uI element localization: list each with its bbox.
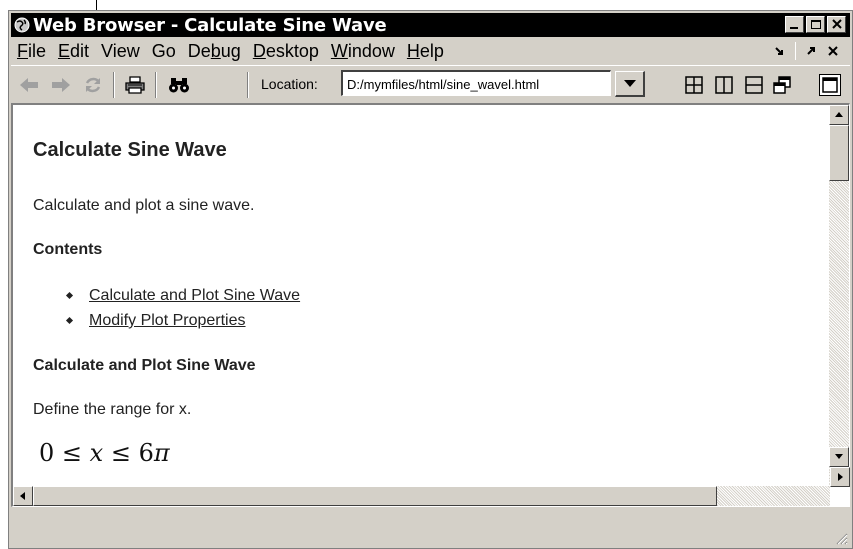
float-icon: [773, 76, 791, 94]
scroll-up-button[interactable]: [829, 105, 849, 125]
maximize-panel-button[interactable]: [819, 74, 841, 96]
contents-link[interactable]: Calculate and Plot Sine Wave: [89, 287, 300, 304]
horizontal-scroll-thumb[interactable]: [33, 486, 717, 506]
menu-separator: [795, 42, 796, 60]
menu-file[interactable]: File: [11, 41, 52, 62]
toolbar-separator: [247, 72, 249, 98]
bullet-icon: [65, 316, 74, 325]
scroll-right-button[interactable]: [830, 467, 850, 487]
dock-arrow-icon: [775, 47, 783, 55]
undock-arrow-icon: [807, 47, 815, 55]
menu-bar: File Edit View Go Debug Desktop Window H…: [11, 39, 850, 63]
bullet-icon: [65, 291, 74, 300]
window-title: Web Browser - Calculate Sine Wave: [33, 14, 387, 36]
forward-arrow-icon: [52, 78, 70, 92]
refresh-button[interactable]: [81, 75, 105, 95]
menu-help[interactable]: Help: [401, 41, 450, 62]
contents-list: Calculate and Plot Sine Wave Modify Plot…: [65, 285, 300, 335]
menu-window[interactable]: Window: [325, 41, 401, 62]
back-button[interactable]: [17, 75, 41, 95]
toolbar: Location: D:/mymfiles/html/sine_wavel.ht…: [11, 65, 850, 101]
forward-button[interactable]: [49, 75, 73, 95]
refresh-icon: [85, 77, 101, 93]
binoculars-icon: [169, 78, 189, 93]
menu-close-button[interactable]: [822, 41, 844, 61]
close-icon: [832, 19, 842, 29]
scroll-down-button[interactable]: [829, 447, 849, 467]
menu-edit[interactable]: Edit: [52, 41, 95, 62]
horizontal-scrollbar[interactable]: [13, 486, 830, 506]
window-controls: [783, 16, 846, 33]
printer-icon: [125, 76, 145, 94]
back-arrow-icon: [20, 78, 38, 92]
menu-view[interactable]: View: [95, 41, 146, 62]
location-label: Location:: [261, 76, 318, 92]
browser-window: Web Browser - Calculate Sine Wave File E…: [8, 10, 853, 549]
menu-desktop[interactable]: Desktop: [247, 41, 325, 62]
globe-icon: [13, 16, 31, 34]
location-dropdown-button[interactable]: [615, 71, 645, 97]
tile-columns-icon: [715, 76, 733, 94]
float-button[interactable]: [771, 74, 793, 96]
maximize-panel-icon: [822, 77, 838, 93]
tile-rows-button[interactable]: [743, 74, 765, 96]
toolbar-separator: [113, 72, 115, 98]
minimize-icon: [790, 27, 798, 29]
content-frame: Calculate Sine Wave Calculate and plot a…: [11, 103, 850, 507]
close-icon: [828, 46, 838, 56]
chevron-up-icon: [835, 112, 843, 117]
list-item: Calculate and Plot Sine Wave: [65, 285, 300, 310]
list-item: Modify Plot Properties: [65, 310, 300, 335]
chevron-right-icon: [838, 473, 843, 481]
equation: 0 ≤ x ≤ 6π: [39, 439, 170, 467]
vertical-scroll-thumb[interactable]: [829, 125, 849, 181]
document-view[interactable]: Calculate Sine Wave Calculate and plot a…: [13, 105, 830, 487]
close-button[interactable]: [827, 16, 846, 33]
minimize-button[interactable]: [785, 16, 804, 33]
tile-columns-button[interactable]: [713, 74, 735, 96]
chevron-down-icon: [835, 454, 843, 459]
resize-grip-icon[interactable]: [834, 531, 848, 545]
intro-text: Calculate and plot a sine wave.: [33, 197, 255, 214]
title-bar[interactable]: Web Browser - Calculate Sine Wave: [11, 13, 850, 37]
contents-link[interactable]: Modify Plot Properties: [89, 312, 246, 329]
tile-grid-icon: [685, 76, 703, 94]
menu-dock-controls: [769, 41, 844, 61]
maximize-icon: [811, 20, 821, 29]
chevron-down-icon: [624, 80, 636, 87]
menu-debug[interactable]: Debug: [182, 41, 247, 62]
vertical-scrollbar[interactable]: [829, 105, 849, 487]
find-button[interactable]: [167, 75, 191, 95]
menu-go[interactable]: Go: [146, 41, 182, 62]
location-input[interactable]: D:/mymfiles/html/sine_wavel.html: [341, 70, 611, 96]
maximize-button[interactable]: [806, 16, 825, 33]
tile-grid-button[interactable]: [683, 74, 705, 96]
page-title: Calculate Sine Wave: [33, 139, 227, 161]
tile-rows-icon: [745, 76, 763, 94]
scroll-left-button[interactable]: [13, 486, 33, 506]
section-heading: Calculate and Plot Sine Wave: [33, 357, 256, 374]
section-text: Define the range for x.: [33, 401, 192, 418]
status-bar: [11, 517, 850, 547]
dock-button[interactable]: [769, 41, 791, 61]
undock-button[interactable]: [800, 41, 822, 61]
toolbar-separator: [155, 72, 157, 98]
contents-heading: Contents: [33, 241, 103, 258]
print-button[interactable]: [123, 75, 147, 95]
chevron-left-icon: [20, 492, 25, 500]
